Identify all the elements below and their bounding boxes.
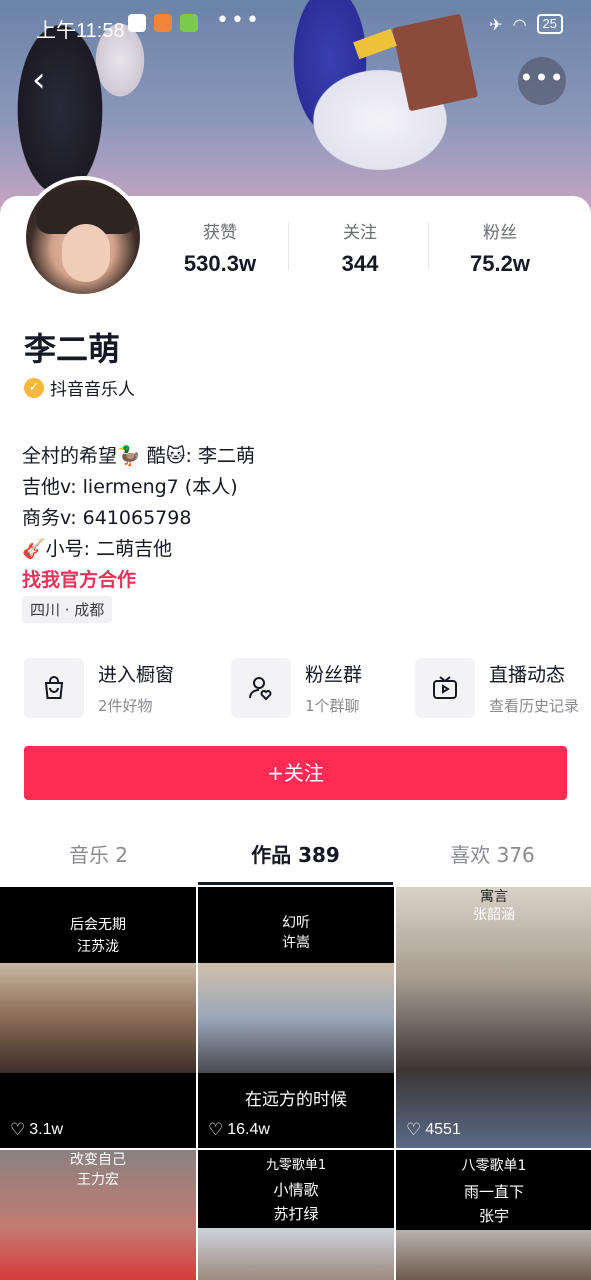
bio-line: 商务v: 641065798	[22, 507, 192, 529]
video-overlay-text: 在远方的时候	[245, 1090, 347, 1110]
stat-divider	[428, 222, 429, 270]
feature-subtitle: 1个群聊	[305, 697, 360, 715]
fan-group-icon	[231, 658, 291, 718]
stat-likes[interactable]: 获赞 530.3w	[150, 218, 290, 278]
heart-icon: ♡	[208, 1120, 224, 1139]
likes-count: 4551	[425, 1121, 461, 1138]
status-right: ✈ ◠ 25	[489, 14, 563, 34]
video-caption: 幻听	[282, 915, 310, 931]
video-photo	[0, 963, 196, 1073]
likes-count: 16.4w	[227, 1121, 270, 1138]
feature-row: 进入橱窗 2件好物 粉丝群 1个群聊 直播动态 查看历史记录	[24, 656, 591, 720]
status-bar: 上午11:58 ••• ✈ ◠ 25	[0, 0, 591, 50]
avatar[interactable]	[22, 176, 144, 298]
profile-stats: 获赞 530.3w 关注 344 粉丝 75.2w	[150, 218, 591, 278]
video-thumbnail[interactable]: 幻听 许嵩 在远方的时候 ♡ 16.4w	[198, 887, 394, 1148]
notification-icons	[128, 14, 198, 32]
video-caption: 汪苏泷	[77, 939, 119, 955]
feature-subtitle: 2件好物	[98, 697, 153, 715]
video-caption: 改变自己	[70, 1152, 126, 1168]
video-caption: 张宇	[478, 1207, 509, 1225]
app-notification-icon	[154, 14, 172, 32]
download-icon	[180, 14, 198, 32]
stat-label: 关注	[343, 223, 377, 243]
stat-followers[interactable]: 粉丝 75.2w	[430, 218, 570, 278]
wifi-icon: ◠	[512, 14, 527, 34]
video-thumbnail[interactable]: 改变自己 王力宏	[0, 1150, 196, 1280]
video-caption: 后会无期	[70, 917, 126, 933]
feature-fan-group[interactable]: 粉丝群 1个群聊	[231, 656, 362, 720]
stat-divider	[288, 222, 289, 270]
feature-subtitle: 查看历史记录	[489, 697, 580, 715]
stat-following[interactable]: 关注 344	[290, 218, 430, 278]
feature-title: 进入橱窗	[98, 664, 175, 686]
bio-line: 吉他v: liermeng7 (本人)	[22, 476, 238, 498]
video-caption: 寓言	[480, 889, 508, 905]
stat-value: 530.3w	[183, 251, 257, 276]
tab-indicator	[198, 882, 393, 885]
verified-badge: ✓ 抖音音乐人	[24, 375, 135, 400]
back-button[interactable]: ‹	[32, 62, 62, 98]
video-photo	[198, 1228, 394, 1280]
video-caption: 雨一直下	[463, 1183, 524, 1201]
bio-line: 🎸小号: 二萌吉他	[22, 538, 173, 560]
video-caption: 许嵩	[282, 935, 310, 951]
feature-shop-window[interactable]: 进入橱窗 2件好物	[24, 656, 174, 720]
tab-likes[interactable]: 喜欢 376	[394, 826, 591, 886]
feature-title: 直播动态	[489, 664, 566, 686]
more-button[interactable]: •••	[518, 57, 566, 105]
video-likes: ♡ 3.1w	[10, 1120, 63, 1140]
video-thumbnail[interactable]: 后会无期 汪苏泷 ♡ 3.1w	[0, 887, 196, 1148]
video-grid: 后会无期 汪苏泷 ♡ 3.1w 幻听 许嵩 在远方的时候 ♡ 16.4w 寓言 …	[0, 887, 591, 1280]
video-caption: 九零歌单1	[265, 1158, 327, 1173]
avatar-face	[62, 224, 110, 282]
verified-check-icon: ✓	[24, 377, 44, 398]
stat-label: 获赞	[203, 223, 237, 243]
stat-label: 粉丝	[483, 223, 517, 243]
airplane-icon: ✈	[489, 14, 503, 34]
video-caption: 张韶涵	[473, 907, 515, 923]
stat-value: 75.2w	[470, 251, 530, 276]
tab-works[interactable]: 作品 389	[197, 826, 394, 886]
profile-name: 李二萌	[24, 330, 121, 368]
official-cooperation-link[interactable]: 找我官方合作	[22, 565, 255, 596]
tab-music[interactable]: 音乐 2	[0, 826, 197, 886]
video-thumbnail[interactable]: 八零歌单1 雨一直下 张宇	[396, 1150, 591, 1280]
status-time: 上午11:58	[36, 20, 125, 42]
video-caption: 王力宏	[77, 1172, 119, 1188]
heart-icon: ♡	[406, 1120, 422, 1139]
video-caption: 苏打绿	[273, 1205, 319, 1223]
location-tag: 四川 · 成都	[22, 596, 113, 623]
verified-label: 抖音音乐人	[50, 380, 135, 400]
follow-button[interactable]: +关注	[24, 746, 567, 800]
likes-count: 3.1w	[29, 1121, 64, 1138]
video-thumbnail[interactable]: 九零歌单1 小情歌 苏打绿	[198, 1150, 394, 1280]
shopping-bag-icon	[24, 658, 84, 718]
video-caption: 小情歌	[273, 1181, 319, 1199]
stat-value: 344	[341, 251, 379, 276]
video-likes: ♡ 4551	[406, 1120, 461, 1140]
more-dots-icon: •••	[519, 64, 565, 92]
bio-line: 全村的希望🦆 酷🐱: 李二萌	[22, 445, 255, 467]
video-thumbnail[interactable]: 寓言 张韶涵 ♡ 4551	[396, 887, 591, 1148]
video-photo	[198, 963, 394, 1073]
content-tabs: 音乐 2 作品 389 喜欢 376	[0, 826, 591, 886]
battery-icon: 25	[536, 14, 563, 34]
feature-title: 粉丝群	[305, 664, 363, 686]
tv-icon	[415, 658, 475, 718]
qq-icon	[128, 14, 146, 32]
feature-live-history[interactable]: 直播动态 查看历史记录	[415, 656, 579, 720]
video-caption: 八零歌单1	[461, 1158, 527, 1174]
profile-bio: 全村的希望🦆 酷🐱: 李二萌 吉他v: liermeng7 (本人) 商务v: …	[22, 441, 255, 596]
heart-icon: ♡	[10, 1120, 26, 1139]
more-notifications-icon: •••	[216, 8, 261, 33]
video-photo	[396, 1230, 591, 1280]
video-likes: ♡ 16.4w	[208, 1120, 270, 1140]
back-arrow-icon: ‹	[32, 60, 46, 100]
